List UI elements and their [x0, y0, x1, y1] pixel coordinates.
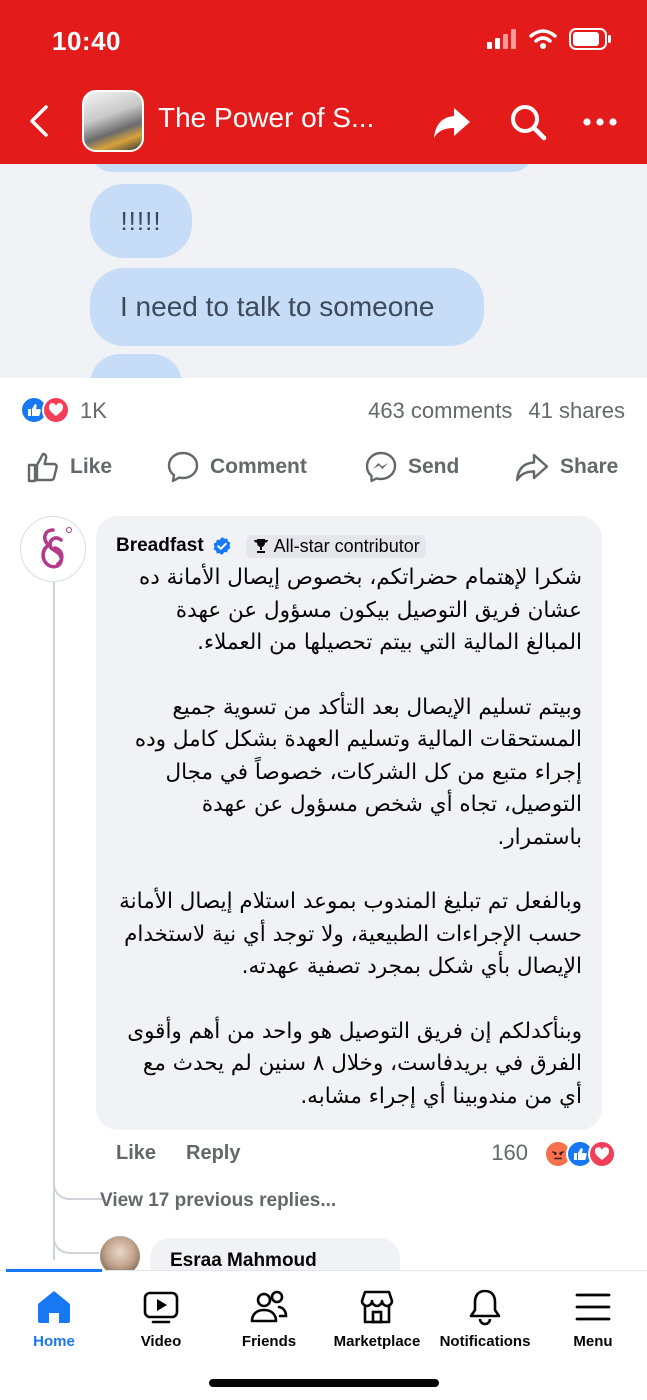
bottom-nav: Home Video Friends Marketplace Notificat…: [0, 1269, 647, 1400]
comment-label: Comment: [210, 455, 307, 478]
comment-button[interactable]: Comment: [166, 450, 307, 484]
chat-bubble: [90, 354, 182, 378]
chat-bubble: !!!!!: [90, 184, 192, 258]
badge-label: All-star contributor: [273, 535, 420, 556]
status-time: 10:40: [52, 26, 121, 56]
contributor-badge[interactable]: All-star contributor: [245, 534, 426, 558]
like-button[interactable]: Like: [26, 450, 112, 484]
nav-friends[interactable]: Friends: [215, 1287, 323, 1350]
nav-label: Marketplace: [333, 1333, 421, 1350]
share-button[interactable]: Share: [514, 450, 618, 484]
shares-count[interactable]: 41 shares: [528, 398, 625, 424]
comment-paragraph: وبالفعل تم تبليغ المندوب بموعد استلام إي…: [119, 889, 582, 979]
comment-author[interactable]: Breadfast: [116, 535, 204, 557]
send-button[interactable]: Send: [364, 450, 459, 484]
comment-reaction-icons[interactable]: [544, 1140, 616, 1168]
nav-home[interactable]: Home: [0, 1287, 108, 1350]
video-icon: [143, 1291, 179, 1324]
post-image[interactable]: !!!!! I need to talk to someone: [0, 164, 647, 378]
comment-like-button[interactable]: Like: [116, 1142, 156, 1165]
nav-label: Friends: [241, 1333, 297, 1350]
search-icon[interactable]: [506, 100, 550, 144]
comment-bubble-icon: [167, 451, 199, 483]
home-icon: [38, 1291, 70, 1323]
nav-label: Video: [140, 1333, 182, 1350]
status-icons: [487, 28, 613, 50]
top-bar: 10:40 The Power of S...: [0, 0, 647, 164]
chat-bubble: [92, 164, 532, 172]
thumbs-up-icon: [27, 452, 58, 483]
breadfast-avatar[interactable]: [20, 516, 86, 582]
share-label: Share: [560, 455, 619, 478]
send-label: Send: [408, 455, 460, 478]
nav-menu[interactable]: Menu: [539, 1287, 647, 1350]
verified-badge-icon: [213, 537, 231, 555]
love-reaction-icon: [588, 1140, 616, 1168]
menu-icon: [575, 1293, 611, 1321]
bell-icon: [469, 1289, 501, 1326]
comment-reply-button[interactable]: Reply: [186, 1142, 240, 1165]
share-arrow-icon: [515, 453, 549, 482]
reply-author[interactable]: Esraa Mahmoud: [170, 1250, 380, 1272]
post-counts: 463 comments 41 shares: [368, 398, 625, 424]
back-chevron-icon[interactable]: [22, 102, 56, 140]
thread-connector: [53, 1230, 99, 1254]
love-reaction-icon: [42, 396, 70, 424]
nav-video[interactable]: Video: [107, 1287, 215, 1350]
view-previous-replies-link[interactable]: View 17 previous replies...: [100, 1190, 336, 1212]
chat-bubble: I need to talk to someone: [90, 268, 484, 346]
comment-actions: Like Reply 160: [116, 1140, 616, 1172]
nav-label: Home: [33, 1333, 75, 1350]
comment-paragraph: شكرا لإهتمام حضراتكم، بخصوص إيصال الأمان…: [138, 565, 582, 655]
group-title[interactable]: The Power of S...: [158, 102, 374, 134]
comment-reaction-count[interactable]: 160: [491, 1140, 528, 1166]
thread-line: [53, 580, 55, 1260]
marketplace-icon: [360, 1290, 394, 1324]
comment-text: شكرا لإهتمام حضراتكم، بخصوص إيصال الأمان…: [116, 562, 582, 1113]
breadfast-logo-icon: [41, 527, 72, 569]
comment-paragraph: وبيتم تسليم الإيصال بعد التأكد من تسوية …: [134, 694, 582, 850]
group-avatar[interactable]: [82, 90, 144, 152]
comment-paragraph: وبنأكدلكم إن فريق التوصيل هو واحد من أهم…: [127, 1018, 582, 1109]
messenger-icon: [365, 451, 397, 483]
battery-icon: [569, 28, 611, 50]
nav-label: Notifications: [439, 1333, 531, 1350]
post-actions: Like Comment Send Share: [0, 446, 647, 496]
wifi-icon: [529, 29, 557, 49]
friends-icon: [250, 1290, 288, 1323]
signal-icon: [487, 29, 516, 49]
nav-notifications[interactable]: Notifications: [431, 1287, 539, 1350]
reaction-count[interactable]: 1K: [80, 398, 107, 424]
comment-bubble[interactable]: Breadfast All-star contributor شكرا لإهت…: [96, 516, 602, 1130]
active-tab-indicator: [6, 1269, 102, 1272]
like-label: Like: [70, 455, 113, 478]
comment-header: Breadfast All-star contributor: [116, 532, 582, 560]
nav-label: Menu: [573, 1333, 613, 1350]
share-icon[interactable]: [430, 100, 474, 144]
more-icon[interactable]: [578, 100, 622, 144]
comments-count[interactable]: 463 comments: [368, 398, 512, 424]
thread-connector: [53, 1170, 103, 1200]
home-indicator[interactable]: [209, 1379, 439, 1387]
reaction-icons[interactable]: [20, 396, 70, 424]
post-stats: 1K 463 comments 41 shares: [0, 392, 647, 432]
nav-marketplace[interactable]: Marketplace: [323, 1287, 431, 1350]
header: The Power of S...: [0, 88, 647, 154]
trophy-icon: [253, 539, 268, 553]
